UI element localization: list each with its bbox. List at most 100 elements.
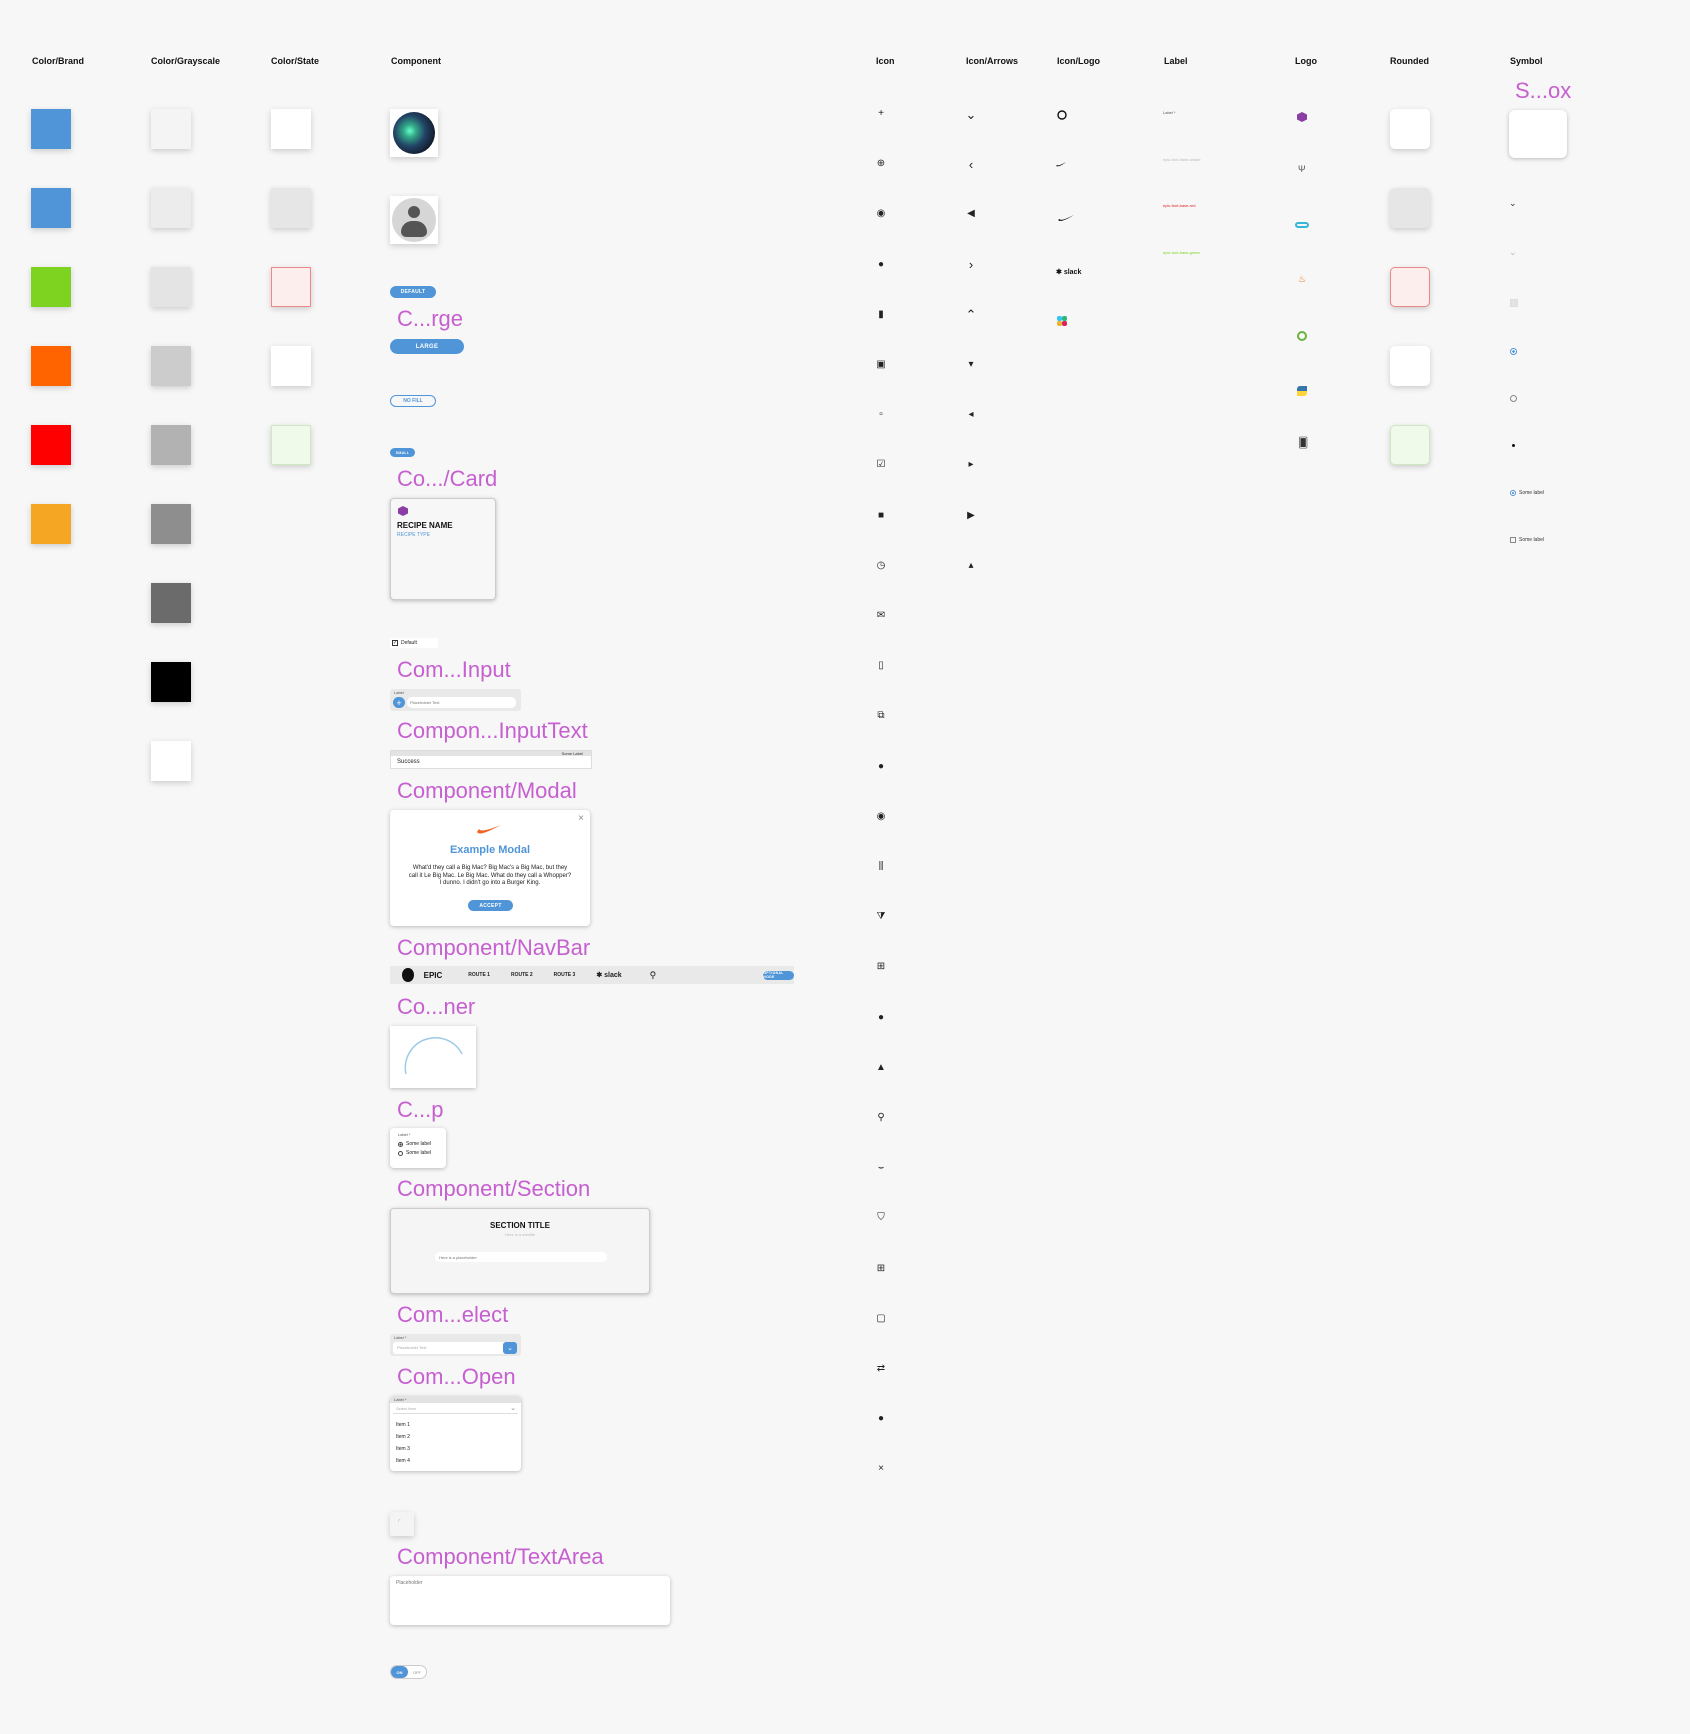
plus-circle-icon: ⊕ bbox=[876, 158, 886, 170]
column-header-label: Label bbox=[1164, 56, 1188, 66]
symbol-title: S...ox bbox=[1515, 78, 1572, 103]
chevron-down-icon[interactable]: ⌄ bbox=[503, 1342, 517, 1354]
close-icon[interactable]: × bbox=[578, 813, 584, 824]
selectopen-field[interactable]: Select Item ⌄ bbox=[393, 1404, 518, 1414]
checkbox-disabled-icon bbox=[1510, 299, 1518, 307]
select-field[interactable]: Placeholder Text ⌄ bbox=[393, 1342, 517, 1354]
accept-button[interactable]: ACCEPT bbox=[468, 900, 513, 911]
checkbox-default[interactable]: ✓ Default bbox=[390, 638, 438, 648]
input-field[interactable] bbox=[407, 697, 516, 708]
select-item-3[interactable]: Item 3 bbox=[396, 1446, 410, 1452]
radio-option-2-label: Some label bbox=[406, 1150, 432, 1156]
square-icon: ▫ bbox=[879, 409, 883, 421]
nav-slack[interactable]: ✱ slack bbox=[596, 971, 621, 979]
large-button[interactable]: LARGE bbox=[390, 339, 464, 354]
eye-icon: ◉ bbox=[876, 810, 886, 822]
brand-logo-icon[interactable] bbox=[402, 968, 414, 982]
radio-checked-icon bbox=[1510, 490, 1516, 496]
nav-route-1[interactable]: ROUTE 1 bbox=[468, 972, 490, 978]
input-component: Label + bbox=[390, 689, 521, 711]
textarea-field[interactable] bbox=[390, 1576, 670, 1625]
radio-selected-icon bbox=[1510, 348, 1517, 355]
select-label: Label * bbox=[394, 1335, 407, 1340]
mail-icon: ✉ bbox=[876, 610, 886, 621]
symbol-radio-checked[interactable]: Some label bbox=[1510, 490, 1544, 496]
state-swatch-2 bbox=[271, 188, 311, 228]
external-link-icon: ⧉ bbox=[877, 710, 885, 722]
selectopen-title: Com...Open bbox=[397, 1364, 516, 1389]
info-icon: ● bbox=[877, 760, 885, 772]
column-header-rounded: Rounded bbox=[1390, 56, 1429, 66]
chevron-up-icon: ⌃ bbox=[965, 307, 977, 323]
no-fill-button[interactable]: NO FILL bbox=[390, 395, 436, 407]
grayscale-swatch-3 bbox=[151, 267, 191, 307]
select-item-1[interactable]: Item 1 bbox=[396, 1422, 410, 1428]
rounded-swatch-4 bbox=[1390, 346, 1430, 386]
dot-icon: ● bbox=[877, 1413, 885, 1425]
on-off-toggle[interactable]: ON OFF bbox=[390, 1665, 427, 1679]
state-swatch-4 bbox=[271, 346, 311, 386]
caret-up-icon: ▴ bbox=[968, 559, 974, 571]
small-button[interactable]: SMALL bbox=[390, 448, 415, 457]
avatar-placeholder[interactable] bbox=[390, 196, 438, 244]
radio-empty-icon bbox=[1510, 395, 1517, 402]
caret-down-icon: ▾ bbox=[968, 359, 974, 370]
radiogroup-label: Label * bbox=[398, 1132, 411, 1137]
label-sample-shade: epic-font-base-shade bbox=[1163, 157, 1201, 162]
python-logo bbox=[1297, 386, 1307, 396]
plus-icon[interactable]: + bbox=[393, 697, 405, 708]
avatar-photo[interactable] bbox=[390, 109, 438, 157]
select-title: Com...elect bbox=[397, 1302, 509, 1327]
recipe-card[interactable]: RECIPE NAME RECIPE TYPE bbox=[390, 498, 496, 600]
transfer-icon: ⇄ bbox=[876, 1363, 886, 1374]
radio-checked-icon bbox=[398, 1141, 403, 1147]
grayscale-swatch-4 bbox=[151, 346, 191, 386]
radio-option-2[interactable]: Some label bbox=[398, 1150, 431, 1156]
java-logo: ♨ bbox=[1298, 274, 1307, 284]
radio-option-1[interactable]: Some label bbox=[398, 1141, 431, 1147]
plus-square-icon: ⊞ bbox=[876, 1262, 886, 1274]
brand-swatch-5 bbox=[31, 425, 71, 465]
navbar-brand[interactable]: EPIC bbox=[424, 971, 443, 980]
rounded-swatch-2 bbox=[1390, 188, 1430, 228]
select-item-4[interactable]: Item 4 bbox=[396, 1458, 410, 1464]
nav-route-2[interactable]: ROUTE 2 bbox=[511, 972, 533, 978]
inputtext-component[interactable]: Some Label Success bbox=[390, 750, 592, 769]
bookmark-icon: ▮ bbox=[878, 308, 884, 320]
lock-icon: ▲ bbox=[876, 1061, 886, 1073]
grayscale-swatch-7 bbox=[151, 583, 191, 623]
label-sample-red: epic-font-base-red bbox=[1163, 203, 1196, 208]
calendar-icon: ▣ bbox=[876, 359, 886, 370]
select-item-2[interactable]: Item 2 bbox=[396, 1434, 410, 1440]
section-heading: SECTION TITLE bbox=[490, 1221, 550, 1230]
optional-node-button[interactable]: OPTIONAL NODE bbox=[763, 970, 794, 980]
forward-circle-icon: ▶ bbox=[967, 509, 975, 521]
user-icon: ● bbox=[877, 258, 885, 270]
brand-swatch-1 bbox=[31, 109, 71, 149]
spinner-component bbox=[390, 1026, 476, 1088]
slack-color-icon bbox=[1057, 316, 1067, 326]
select-open-component: Label * Select Item ⌄ Item 1 Item 2 Item… bbox=[390, 1396, 521, 1471]
label-sample-green: epic-font-base-green bbox=[1163, 250, 1200, 255]
selectopen-label: Label * bbox=[394, 1397, 407, 1402]
swoosh-icon: ⌣ bbox=[877, 1162, 885, 1174]
nav-route-3[interactable]: ROUTE 3 bbox=[554, 972, 576, 978]
symbol-box bbox=[1509, 110, 1567, 158]
inputtext-title: Compon...InputText bbox=[397, 718, 588, 743]
shield-icon: ⛉ bbox=[877, 1212, 885, 1224]
symbol-checkbox-unchecked[interactable]: Some label bbox=[1510, 537, 1544, 543]
close-icon: × bbox=[878, 1463, 884, 1475]
grid-icon: ⊞ bbox=[876, 961, 886, 973]
default-button[interactable]: DEFAULT bbox=[390, 286, 436, 298]
search-icon[interactable]: ⚲ bbox=[650, 970, 657, 981]
user-circle-icon: ◉ bbox=[876, 208, 886, 220]
nike-swoosh-large-icon bbox=[1058, 215, 1074, 221]
inputtext-label: Some Label bbox=[561, 751, 583, 756]
slack-logo-icon: ✱ slack bbox=[1056, 268, 1081, 276]
spinner-arc-icon bbox=[404, 1037, 463, 1075]
section-input[interactable] bbox=[435, 1252, 607, 1262]
navbar-title: Component/NavBar bbox=[397, 935, 591, 960]
slack-mark-icon: ✱ bbox=[1056, 269, 1062, 276]
plus-icon: + bbox=[878, 108, 884, 119]
checkbox-label: Default bbox=[401, 640, 417, 646]
